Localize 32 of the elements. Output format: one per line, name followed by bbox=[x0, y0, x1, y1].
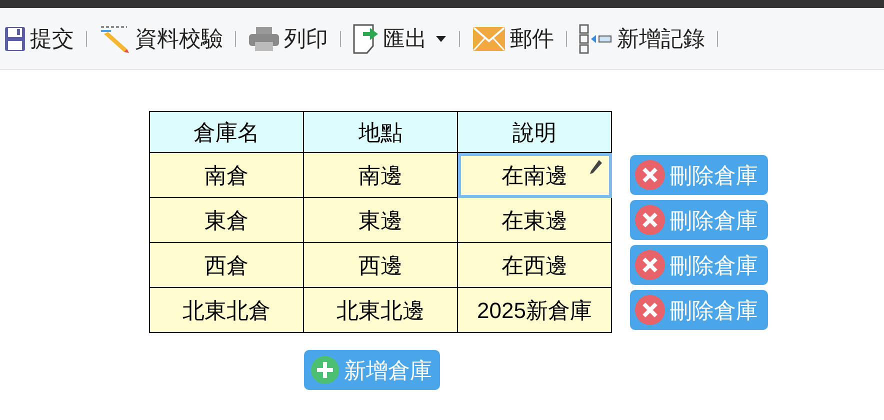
table-cell[interactable]: 在東邊 bbox=[458, 198, 612, 242]
toolbar-button[interactable]: 匯出 bbox=[349, 22, 451, 55]
table-cell[interactable]: 南邊 bbox=[304, 152, 458, 198]
column-header: 地點 bbox=[304, 112, 458, 152]
table-cell[interactable]: 東倉 bbox=[150, 198, 304, 242]
table-cell[interactable]: 南倉 bbox=[150, 152, 304, 198]
close-icon bbox=[634, 249, 666, 281]
table-cell[interactable]: 西倉 bbox=[150, 242, 304, 288]
close-icon bbox=[634, 294, 666, 326]
table-cell[interactable]: 東邊 bbox=[304, 198, 458, 242]
toolbar-button[interactable]: 列印 bbox=[244, 22, 332, 55]
toolbar-button[interactable]: 新增記錄 bbox=[575, 22, 709, 55]
pencil-icon[interactable] bbox=[589, 159, 603, 175]
table-cell[interactable]: 北東北倉 bbox=[150, 288, 304, 332]
column-header: 說明 bbox=[458, 112, 612, 152]
document-export-icon bbox=[353, 24, 379, 54]
table-cell[interactable]: 北東北邊 bbox=[304, 288, 458, 332]
close-icon bbox=[634, 204, 666, 236]
envelope-icon bbox=[472, 26, 506, 52]
close-icon bbox=[634, 159, 666, 191]
pencil-icon bbox=[99, 24, 131, 54]
toolbar-button[interactable]: 提交 bbox=[0, 22, 78, 55]
toolbar-button[interactable]: 資料校驗 bbox=[95, 22, 227, 55]
add-row-icon bbox=[579, 24, 613, 54]
toolbar-button[interactable]: 郵件 bbox=[468, 22, 558, 55]
table-cell[interactable]: 2025新倉庫 bbox=[458, 288, 612, 332]
plus-icon bbox=[310, 355, 340, 385]
printer-icon bbox=[248, 26, 280, 52]
table-cell[interactable]: 西邊 bbox=[304, 242, 458, 288]
column-header: 倉庫名 bbox=[150, 112, 304, 152]
table-cell[interactable]: 在南邊 bbox=[458, 152, 612, 198]
table-cell[interactable]: 在西邊 bbox=[458, 242, 612, 288]
